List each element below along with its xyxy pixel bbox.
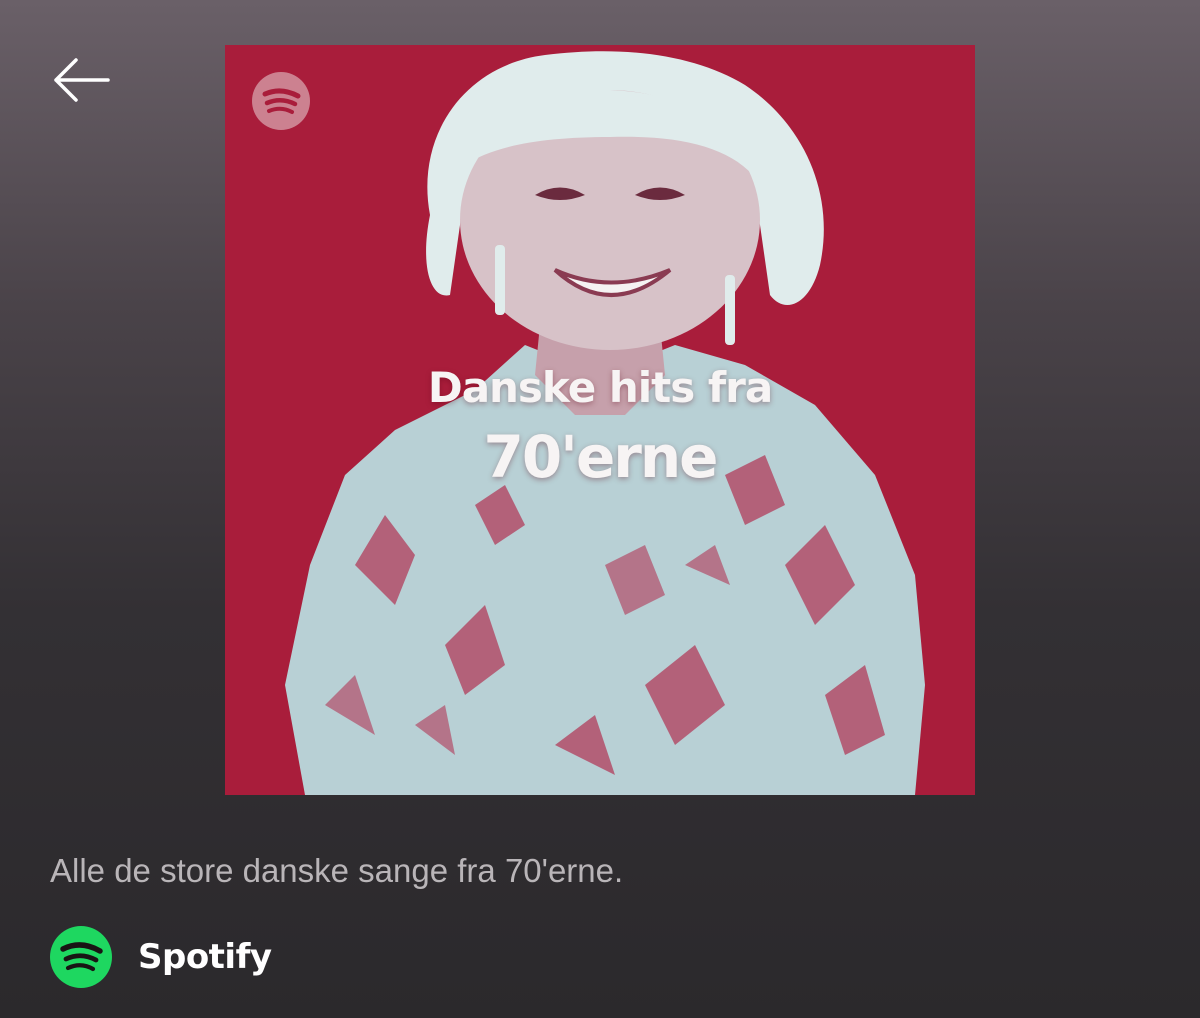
back-button[interactable] xyxy=(50,55,112,105)
cover-spotify-icon xyxy=(252,72,310,130)
playlist-owner[interactable]: Spotify xyxy=(50,926,272,988)
cover-title-line2: 70'erne xyxy=(483,423,718,491)
playlist-cover: Danske hits fra 70'erne xyxy=(225,45,975,795)
arrow-left-icon xyxy=(54,58,110,102)
cover-photo xyxy=(225,45,975,795)
owner-name: Spotify xyxy=(138,937,272,977)
spotify-icon xyxy=(50,926,112,988)
cover-title-line1: Danske hits fra xyxy=(427,363,773,412)
playlist-description: Alle de store danske sange fra 70'erne. xyxy=(50,852,624,889)
